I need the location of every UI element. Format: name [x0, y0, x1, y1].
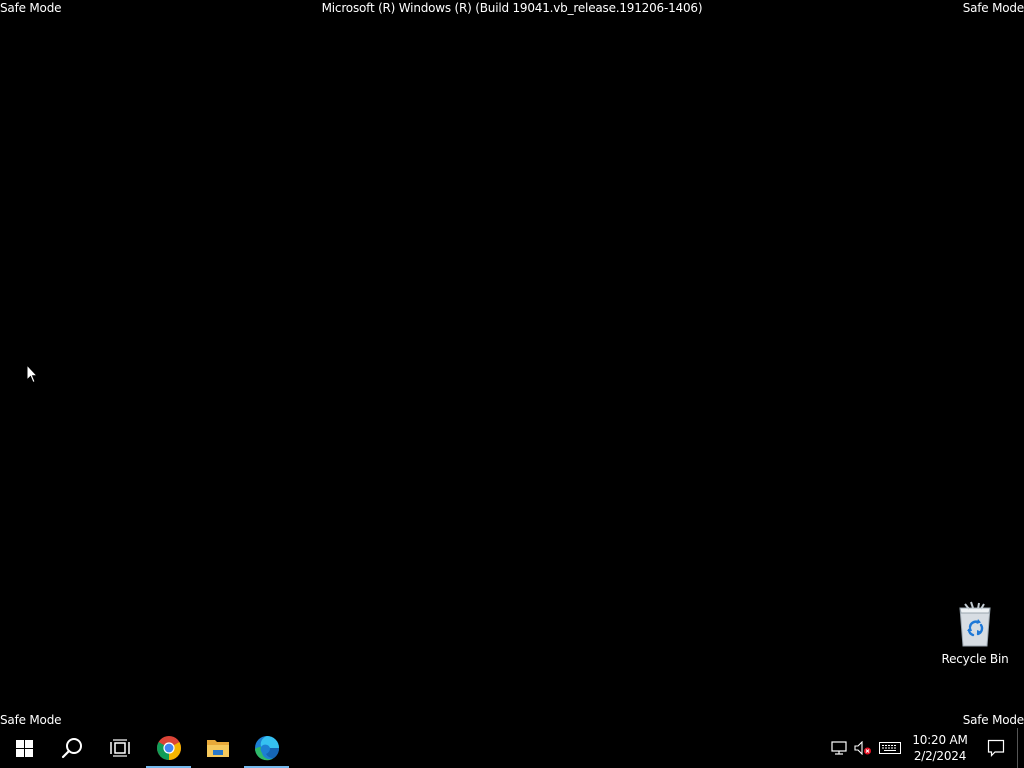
- edge-icon: [254, 736, 279, 761]
- tray-volume[interactable]: [851, 728, 875, 768]
- clock-time: 10:20 AM: [912, 733, 968, 747]
- search-icon: [61, 738, 82, 759]
- tray-keyboard[interactable]: [875, 728, 905, 768]
- task-view-icon: [110, 739, 130, 757]
- taskbar: 10:20 AM 2/2/2024: [0, 728, 1024, 768]
- network-icon: [831, 741, 847, 755]
- chrome-icon: [156, 736, 181, 760]
- taskbar-clock[interactable]: 10:20 AM 2/2/2024: [905, 728, 975, 768]
- volume-muted-icon: [854, 741, 871, 755]
- recycle-bin-icon: [959, 601, 991, 647]
- start-button[interactable]: [0, 728, 48, 768]
- system-tray: 10:20 AM 2/2/2024: [827, 728, 1024, 768]
- clock-date: 2/2/2024: [913, 749, 967, 763]
- show-desktop-button[interactable]: [1017, 728, 1024, 768]
- mouse-cursor-icon: [26, 364, 38, 384]
- task-view-button[interactable]: [96, 728, 144, 768]
- action-center-button[interactable]: [975, 728, 1017, 768]
- tray-network[interactable]: [827, 728, 851, 768]
- search-button[interactable]: [48, 728, 96, 768]
- windows-build-label: Microsoft (R) Windows (R) (Build 19041.v…: [321, 1, 703, 15]
- notification-icon: [987, 739, 1005, 757]
- windows-logo-icon: [15, 739, 33, 757]
- desktop-icon-recycle-bin[interactable]: Recycle Bin: [940, 600, 1010, 670]
- taskbar-app-file-explorer[interactable]: [193, 728, 242, 768]
- desktop-icon-label: Recycle Bin: [941, 652, 1009, 666]
- safe-mode-label-top-right: Safe Mode: [962, 1, 1024, 15]
- safe-mode-label-bottom-left: Safe Mode: [0, 713, 62, 727]
- taskbar-app-chrome[interactable]: [144, 728, 193, 768]
- taskbar-app-edge[interactable]: [242, 728, 291, 768]
- folder-icon: [206, 740, 229, 757]
- keyboard-icon: [879, 742, 901, 754]
- safe-mode-label-bottom-right: Safe Mode: [962, 713, 1024, 727]
